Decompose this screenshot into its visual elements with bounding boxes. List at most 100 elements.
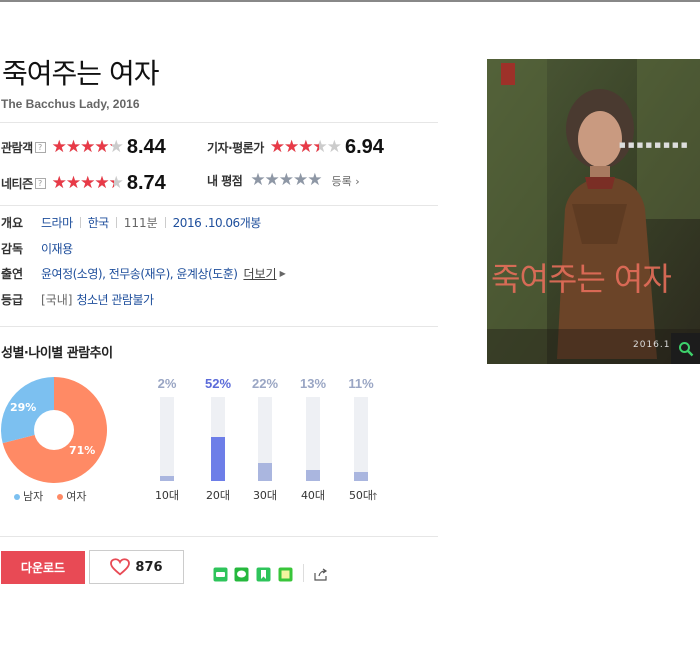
release-date-link[interactable]: 2016 .10.06개봉 [173, 214, 262, 231]
movie-title: 죽여주는 여자 [2, 57, 159, 90]
cast-row: 출연 윤여정(소영), 전무송(재우), 윤계상(도훈) 더보기 ▶ [1, 265, 286, 282]
separator [164, 217, 166, 228]
age-bar-fill [306, 470, 320, 481]
poster-image: ■ ■ ■ ■ ■ ■ ■ ■ [487, 59, 700, 364]
separator [115, 217, 117, 228]
divider [0, 122, 438, 123]
arrow-up-icon: ↑ [370, 492, 379, 503]
director-link[interactable]: 이재용 [41, 240, 73, 257]
like-button[interactable]: 876 [89, 550, 184, 584]
my-rating: 내 평점 ★★★★★ 등록 › [207, 172, 360, 189]
bookmark-icon[interactable] [256, 567, 271, 582]
age-bar-fill [354, 472, 368, 481]
grade-label: 등급 [1, 293, 24, 307]
memo-icon[interactable] [278, 567, 293, 582]
share-divider [303, 564, 304, 582]
download-button[interactable]: 다운로드 [1, 551, 85, 584]
chevron-right-icon: › [355, 174, 360, 188]
poster-title: 죽여주는 여자 [491, 260, 672, 298]
gender-legend: 남자 여자 [14, 488, 87, 504]
divider [0, 205, 438, 206]
search-icon [678, 341, 693, 356]
director-row: 감독 이재용 [1, 240, 73, 257]
age-bar-fill [211, 437, 225, 481]
runtime: 111분 [123, 216, 158, 230]
netizen-score: 8.74 [126, 172, 166, 194]
critic-stars: ★★★★★★★★★★ [269, 137, 342, 157]
age-pct-label: 52% [204, 376, 232, 391]
grade-prefix: [국내] [41, 293, 73, 307]
age-column: 22% 30대 [245, 376, 285, 503]
netizen-stars-fill: ★★★★★ [51, 175, 114, 192]
audience-stars-fill: ★★★★★ [51, 139, 112, 156]
help-icon[interactable]: ? [34, 142, 46, 153]
male-pct-label: 29% [10, 401, 37, 414]
female-dot [57, 494, 64, 500]
svg-text:■ ■ ■ ■ ■ ■ ■ ■: ■ ■ ■ ■ ■ ■ ■ ■ [619, 141, 688, 149]
cast-links[interactable]: 윤여정(소영), 전무송(재우), 윤계상(도훈) [41, 265, 238, 282]
age-bar-fill [258, 463, 272, 481]
zoom-button[interactable] [671, 333, 700, 364]
separator [79, 217, 81, 228]
overview-row: 개요 드라마 한국 111분 2016 .10.06개봉 [1, 214, 261, 231]
age-bar-fill [160, 476, 174, 481]
critic-rating: 기자·평론가 ★★★★★★★★★★ 6.94 [207, 136, 384, 159]
age-label: 10대 [154, 489, 180, 502]
gender-donut-chart: 29% 71% [0, 376, 108, 484]
genre-link[interactable]: 드라마 [41, 214, 73, 231]
my-rating-stars[interactable]: ★★★★★ [250, 172, 322, 189]
divider [0, 536, 438, 537]
grade-row: 등급 [국내] 청소년 관람불가 [1, 291, 154, 308]
age-pct-label: 2% [157, 376, 177, 391]
caret-right-icon: ▶ [279, 269, 286, 278]
grade-link[interactable]: 청소년 관람불가 [76, 291, 154, 308]
age-pct-label: 11% [348, 376, 374, 391]
critic-score: 6.94 [344, 136, 384, 158]
poster-date: 2016.1 [633, 340, 671, 350]
audience-rating: 관람객 ? ★★★★★★★★★★ 8.44 [1, 136, 166, 159]
critic-stars-fill: ★★★★★ [269, 139, 319, 156]
help-icon[interactable]: ? [34, 178, 46, 189]
age-column: 13% 40대 [293, 376, 333, 503]
line-icon[interactable] [234, 567, 249, 582]
legend-male: 남자 [14, 488, 43, 504]
movie-subtitle: The Bacchus Lady, 2016 [1, 97, 140, 111]
divider [0, 326, 438, 327]
age-pct-label: 22% [251, 376, 279, 391]
age-pct-label: 13% [299, 376, 327, 391]
netizen-rating: 네티즌 ? ★★★★★★★★★★ 8.74 [1, 172, 166, 195]
overview-label: 개요 [1, 216, 24, 230]
female-pct-label: 71% [69, 444, 96, 457]
age-column: 11% 50대 ↑ [341, 376, 381, 503]
top-border [0, 0, 700, 2]
age-bar-track [258, 397, 272, 481]
register-rating-link[interactable]: 등록 › [332, 173, 360, 189]
male-dot [14, 494, 20, 500]
gender-donut-svg [1, 377, 108, 483]
cast-label: 출연 [1, 267, 24, 281]
stats-section-title: 성별·나이별 관람추이 [1, 346, 113, 361]
netizen-rating-label: 네티즌 [1, 177, 33, 191]
share-out-icon[interactable] [313, 567, 328, 582]
age-column: 52% 20대 [198, 376, 238, 503]
donut-hole [34, 410, 74, 450]
age-bar-track [306, 397, 320, 481]
age-label: 30대 [252, 489, 278, 502]
my-rating-label: 내 평점 [207, 174, 243, 188]
critic-rating-label: 기자·평론가 [207, 141, 264, 155]
legend-female: 여자 [57, 488, 87, 504]
movie-poster[interactable]: ■ ■ ■ ■ ■ ■ ■ ■ 죽여주는 여자 2016.1 [487, 59, 700, 364]
band-icon[interactable] [213, 567, 228, 582]
cast-more-link[interactable]: 더보기 [243, 265, 276, 282]
like-count: 876 [135, 559, 163, 575]
audience-stars: ★★★★★★★★★★ [51, 137, 124, 157]
audience-rating-label: 관람객 [1, 141, 33, 155]
age-bar-track [160, 397, 174, 481]
netizen-stars: ★★★★★★★★★★ [51, 173, 124, 193]
age-label: 40대 [300, 489, 326, 502]
country-link[interactable]: 한국 [88, 214, 110, 231]
age-bar-track [211, 397, 225, 481]
heart-icon [110, 558, 131, 576]
director-label: 감독 [1, 242, 24, 256]
audience-score: 8.44 [126, 136, 166, 158]
